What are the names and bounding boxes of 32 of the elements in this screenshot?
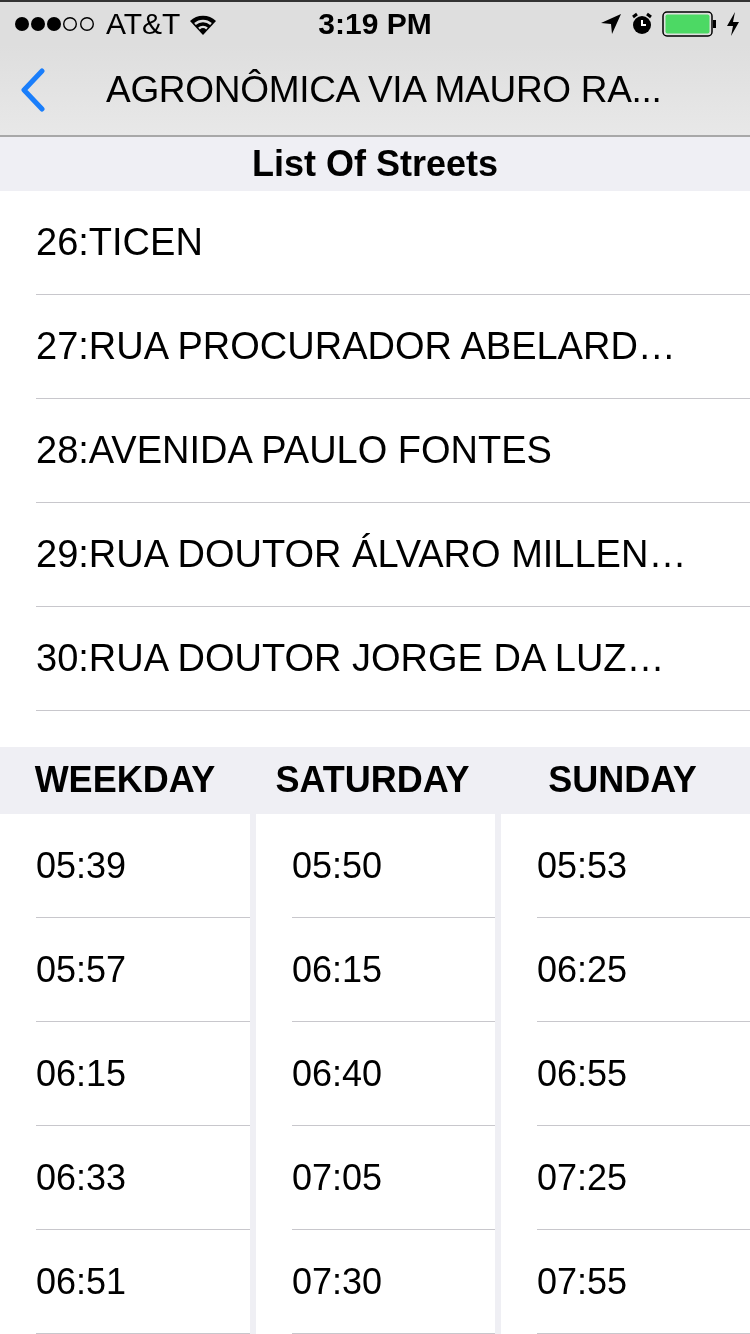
- street-item[interactable]: 29:RUA DOUTOR ÁLVARO MILLEN…: [36, 532, 687, 576]
- column-heading: WEEKDAY: [33, 759, 217, 802]
- departure-time: 06:55: [537, 1052, 628, 1095]
- battery-icon: [662, 10, 718, 37]
- departure-time: 07:30: [292, 1260, 383, 1303]
- departure-time: 05:50: [292, 844, 383, 887]
- column-heading: SUNDAY: [547, 759, 698, 802]
- chevron-left-icon: [20, 67, 46, 112]
- nav-title: AGRONÔMICA VIA MAURO RA...: [106, 68, 662, 111]
- departure-time: 06:40: [292, 1052, 383, 1095]
- status-time: 3:19 PM: [318, 6, 432, 41]
- column-heading: SATURDAY: [274, 759, 471, 802]
- departure-time: 06:15: [36, 1052, 127, 1095]
- departure-time: 06:33: [36, 1156, 127, 1199]
- section-header: List Of Streets: [0, 136, 750, 191]
- charging-bolt-icon: [726, 11, 740, 36]
- departure-time: 05:53: [537, 844, 628, 887]
- street-item[interactable]: 27:RUA PROCURADOR ABELARD…: [36, 324, 676, 368]
- departure-time: 05:39: [36, 844, 127, 887]
- departure-time: 06:15: [292, 948, 383, 991]
- street-item[interactable]: 30:RUA DOUTOR JORGE DA LUZ…: [36, 636, 665, 680]
- alarm-clock-icon: [630, 11, 654, 36]
- departure-time: 06:51: [36, 1260, 127, 1303]
- departure-time: 07:55: [537, 1260, 628, 1303]
- departure-time: 06:25: [537, 948, 628, 991]
- street-item[interactable]: 28:AVENIDA PAULO FONTES: [36, 428, 552, 472]
- street-item[interactable]: 26:TICEN: [36, 220, 203, 264]
- location-arrow-icon: [600, 12, 622, 35]
- departure-time: 07:05: [292, 1156, 383, 1199]
- carrier-name: AT&T: [106, 6, 181, 41]
- departure-time: 05:57: [36, 948, 127, 991]
- departure-time: 07:25: [537, 1156, 628, 1199]
